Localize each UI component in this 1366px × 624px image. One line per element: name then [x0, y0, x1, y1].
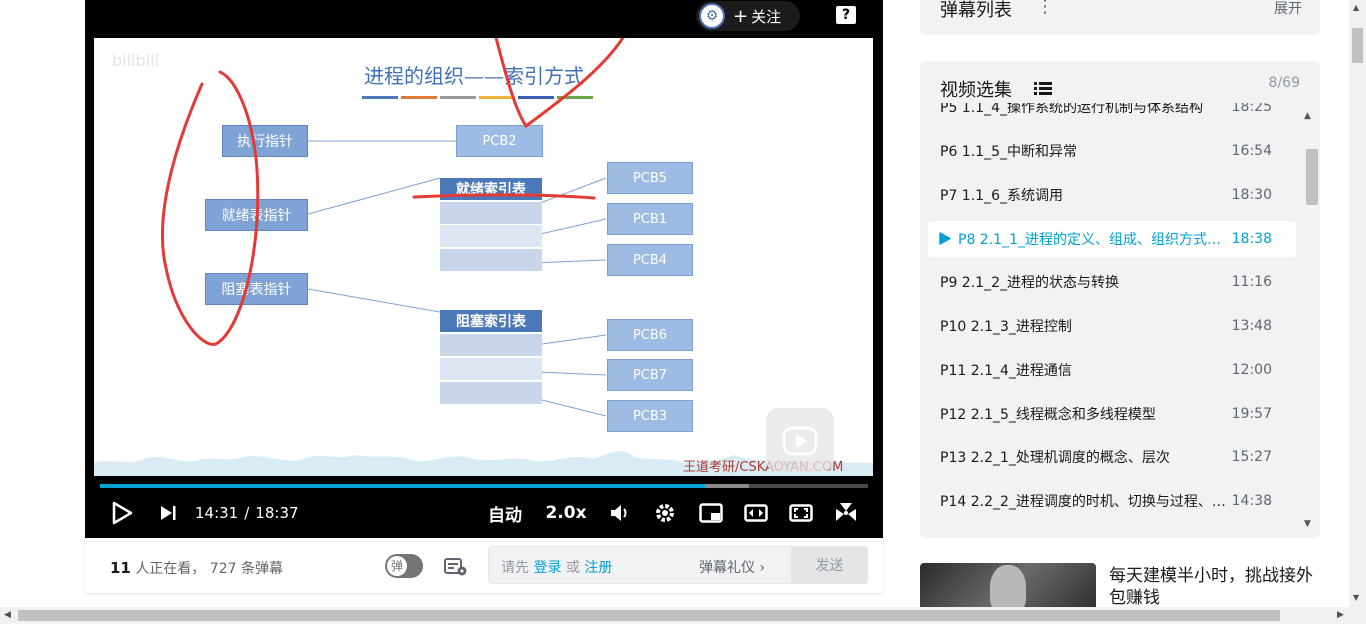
- picture-in-picture-icon[interactable]: [698, 495, 724, 531]
- fullscreen-icon[interactable]: [833, 495, 859, 531]
- playlist-item-label: P14 2.2_2_进程调度的时机、切换与过程、方式: [940, 494, 1230, 510]
- playlist-item-duration: 18:30: [1231, 187, 1272, 203]
- play-icon[interactable]: [109, 495, 135, 531]
- time-separator: /: [244, 504, 250, 522]
- playlist-item-label: P9 2.1_2_进程的状态与转换: [940, 275, 1119, 291]
- follow-button[interactable]: ⚙ + 关注: [696, 1, 800, 31]
- danmaku-input[interactable]: 请先 登录 或 注册 弹幕礼仪 › 发送: [488, 546, 868, 584]
- playlist-item[interactable]: P11 2.1_4_进程通信 12:00: [928, 352, 1296, 388]
- page: ⚙ + 关注 ? bilibili 进程的组织——索引方式 执行指针 就绪表指针…: [0, 0, 1366, 624]
- playlist-item-label: P7 1.1_6_系统调用: [940, 188, 1063, 204]
- playlist-item-duration: 15:27: [1231, 449, 1272, 465]
- plus-icon: +: [733, 5, 749, 27]
- playlist-title: 视频选集: [940, 80, 1012, 101]
- playlist-item[interactable]: P6 1.1_5_中断和异常 16:54: [928, 133, 1296, 169]
- progress-bar[interactable]: [100, 484, 868, 488]
- progress-played: [100, 484, 706, 488]
- recommended-title[interactable]: 每天建模半小时，挑战接外包赚钱: [1109, 565, 1324, 609]
- playlist-item-duration: 16:54: [1231, 143, 1272, 159]
- send-button[interactable]: 发送: [791, 546, 868, 584]
- scroll-up-arrow-icon[interactable]: ▲: [1353, 3, 1359, 12]
- scrollbar-thumb[interactable]: [18, 610, 1280, 621]
- etiquette-label: 弹幕礼仪: [699, 560, 755, 576]
- scroll-left-arrow-icon[interactable]: ◀: [4, 610, 11, 620]
- danmaku-toggle-label: 弹: [387, 556, 407, 576]
- playlist-item-duration: 19:57: [1231, 406, 1272, 422]
- playlist-item-label: P12 2.1_5_线程概念和多线程模型: [940, 407, 1156, 423]
- playlist-item[interactable]: P12 2.1_5_线程概念和多线程模型 19:57: [928, 396, 1296, 432]
- more-options-icon[interactable]: ⋮: [1036, 0, 1054, 17]
- settings-gear-icon[interactable]: [653, 495, 677, 531]
- danmaku-toggle[interactable]: 弹: [385, 554, 423, 578]
- scroll-up-arrow-icon[interactable]: ▲: [1304, 111, 1311, 121]
- volume-icon[interactable]: [608, 495, 632, 531]
- help-icon[interactable]: ?: [836, 6, 856, 24]
- playlist-item[interactable]: P9 2.1_2_进程的状态与转换 11:16: [928, 264, 1296, 300]
- video-player[interactable]: ⚙ + 关注 ? bilibili 进程的组织——索引方式 执行指针 就绪表指针…: [85, 0, 883, 538]
- total-time: 18:37: [255, 504, 299, 522]
- playlist-item[interactable]: P5 1.1_4_操作系统的运行机制与体系结构 18:25: [928, 103, 1296, 125]
- playlist-item-current[interactable]: P8 2.1_1_进程的定义、组成、组织方式、特征 18:38: [928, 221, 1296, 257]
- playlist-item-label: P13 2.2_1_处理机调度的概念、层次: [940, 450, 1170, 466]
- widescreen-icon[interactable]: [743, 495, 769, 531]
- playlist-item[interactable]: P7 1.1_6_系统调用 18:30: [928, 177, 1296, 213]
- current-time: 14:31: [195, 504, 239, 522]
- playlist-items: P5 1.1_4_操作系统的运行机制与体系结构 18:25 P6 1.1_5_中…: [928, 103, 1296, 533]
- playlist-item-duration: 11:16: [1231, 274, 1272, 290]
- hint-or: 或: [565, 560, 580, 576]
- playlist-item-duration: 18:38: [1231, 231, 1272, 247]
- thumbnail-figure: [990, 565, 1026, 613]
- playlist-item-label: P8 2.1_1_进程的定义、组成、组织方式、特征: [958, 232, 1230, 248]
- login-hint: 请先 登录 或 注册: [501, 557, 612, 577]
- playlist-item-label: P10 2.1_3_进程控制: [940, 319, 1072, 335]
- login-link[interactable]: 登录: [533, 560, 561, 576]
- playlist-item[interactable]: P14 2.2_2_进程调度的时机、切换与过程、方式 14:38: [928, 483, 1296, 519]
- playlist-item-label: P11 2.1_4_进程通信: [940, 363, 1072, 379]
- handwritten-annotations: [160, 38, 625, 346]
- viewer-count: 11: [110, 559, 131, 577]
- player-controls: 14:31 / 18:37 自动 2.0x: [85, 495, 883, 531]
- danmaku-count: 727 条弹幕: [209, 561, 283, 577]
- viewer-suffix: 人正在看，: [135, 561, 206, 577]
- viewer-info: 11 人正在看， 727 条弹幕: [110, 558, 283, 578]
- follow-label: 关注: [751, 7, 782, 26]
- scroll-right-arrow-icon[interactable]: ▶: [1337, 610, 1344, 620]
- page-horizontal-scrollbar[interactable]: ◀ ▶: [0, 607, 1366, 624]
- time-display: 14:31 / 18:37: [195, 495, 305, 531]
- recommended-thumbnail[interactable]: [920, 563, 1096, 613]
- danmaku-list-title: 弹幕列表: [940, 0, 1012, 21]
- playlist-scrollbar[interactable]: [1306, 149, 1318, 205]
- list-icon[interactable]: [1034, 81, 1052, 100]
- video-frame: bilibili 进程的组织——索引方式 执行指针 就绪表指针 阻塞表指针 PC…: [94, 38, 873, 476]
- playlist-item-duration: 12:00: [1231, 362, 1272, 378]
- playlist-count: 8/69: [1268, 75, 1300, 91]
- video-playlist: 视频选集 8/69 P5 1.1_4_操作系统的运行机制与体系结构 18:25 …: [920, 61, 1320, 538]
- danmaku-etiquette-link[interactable]: 弹幕礼仪 ›: [699, 557, 765, 577]
- chevron-right-icon: ›: [759, 560, 766, 576]
- danmaku-list-panel[interactable]: 弹幕列表 ⋮ 展开: [920, 0, 1320, 35]
- page-vertical-scrollbar[interactable]: ▲ ▼: [1349, 0, 1366, 607]
- playlist-item-label: P5 1.1_4_操作系统的运行机制与体系结构: [940, 103, 1203, 116]
- danmaku-settings-icon[interactable]: [443, 556, 469, 578]
- playlist-item-label: P6 1.1_5_中断和异常: [940, 144, 1077, 160]
- scroll-down-arrow-icon[interactable]: ▼: [1353, 593, 1359, 602]
- web-fullscreen-icon[interactable]: [788, 495, 814, 531]
- play-overlay-icon[interactable]: [766, 408, 834, 472]
- now-playing-icon: [939, 232, 951, 245]
- playlist-item-duration: 13:48: [1231, 318, 1272, 334]
- playlist-item-duration: 18:25: [1231, 103, 1272, 115]
- playlist-item[interactable]: P13 2.2_1_处理机调度的概念、层次 15:27: [928, 439, 1296, 475]
- next-icon[interactable]: [157, 495, 179, 531]
- danmaku-bar: 11 人正在看， 727 条弹幕 弹 请先 登录 或 注册 弹幕礼仪 › 发送: [85, 538, 883, 593]
- uploader-logo-icon: ⚙: [699, 3, 725, 29]
- quality-button[interactable]: 自动: [485, 495, 525, 531]
- speed-button[interactable]: 2.0x: [545, 495, 586, 531]
- playlist-item-duration: 14:38: [1231, 493, 1272, 509]
- scroll-down-arrow-icon[interactable]: ▼: [1304, 519, 1311, 529]
- register-link[interactable]: 注册: [584, 560, 612, 576]
- scrollbar-thumb[interactable]: [1352, 28, 1363, 63]
- hint-prefix: 请先: [501, 560, 529, 576]
- expand-button[interactable]: 展开: [1274, 0, 1302, 18]
- playlist-item[interactable]: P10 2.1_3_进程控制 13:48: [928, 308, 1296, 344]
